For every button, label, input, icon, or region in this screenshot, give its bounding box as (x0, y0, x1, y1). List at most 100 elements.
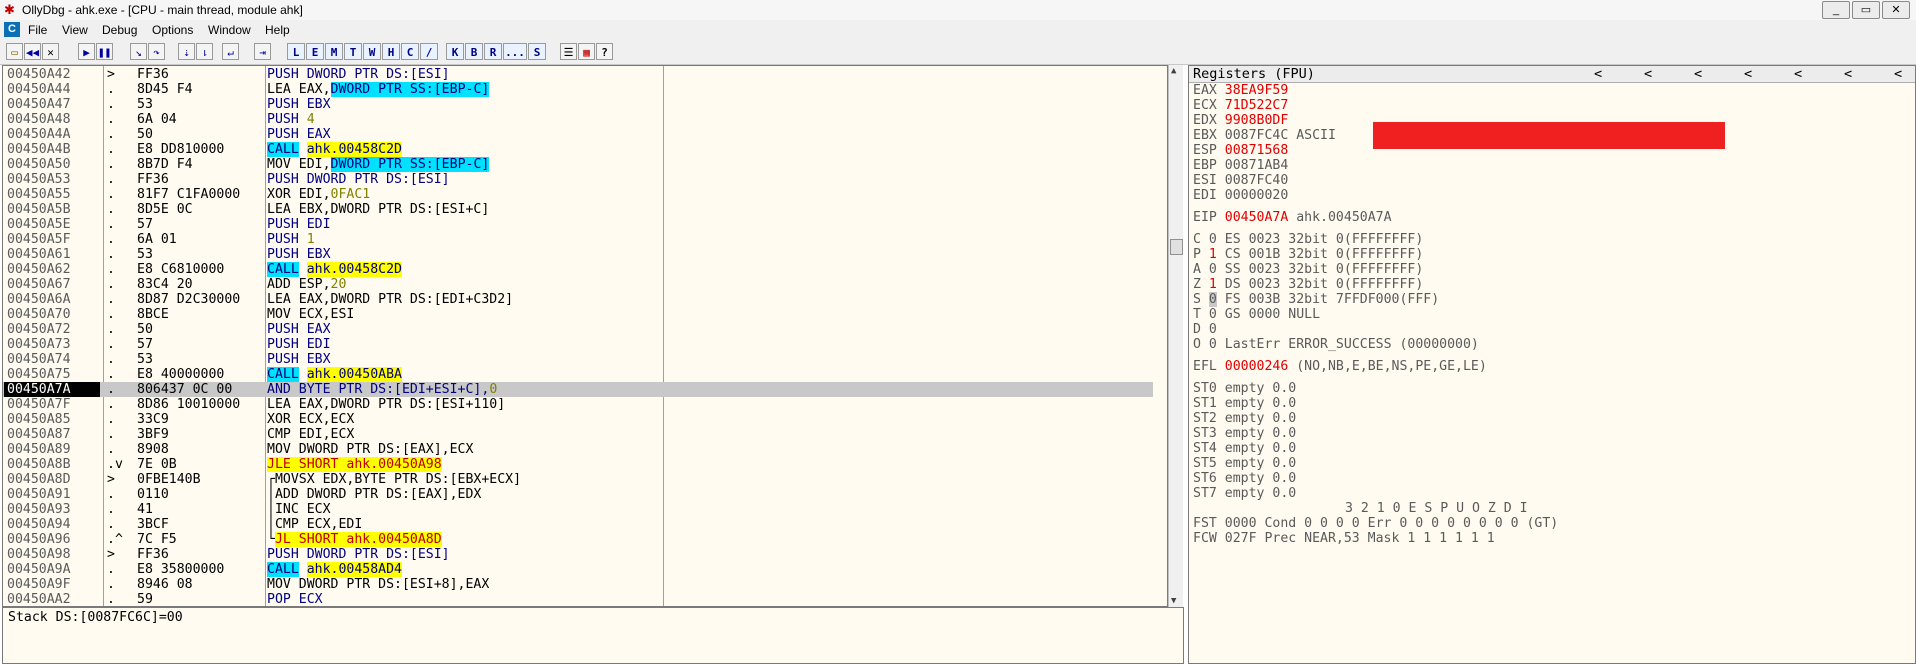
fpu-st1[interactable]: ST1 empty 0.0 (1193, 396, 1296, 411)
disasm-row[interactable]: 00450A6A. 8D87 D2C30000 LEA EAX,DWORD PTR … (3, 292, 1153, 307)
source-window-button[interactable]: S (528, 43, 546, 60)
trace-into-icon[interactable]: ⇣ (178, 43, 195, 60)
scroll-thumb[interactable] (1170, 239, 1183, 255)
disasm-row[interactable]: 00450A5E. 57 PUSH EDI (3, 217, 1153, 232)
pause-icon[interactable]: ❚❚ (96, 43, 113, 60)
disasm-row[interactable]: 00450A55. 81F7 C1FA0000 XOR EDI,0FAC1 (3, 187, 1153, 202)
register-ebp[interactable]: EBP 00871AB4 (1193, 158, 1288, 173)
flag-t[interactable]: T 0 GS 0000 NULL (1193, 307, 1320, 322)
cpu-window-icon[interactable]: C (4, 22, 20, 37)
register-esi[interactable]: ESI 0087FC40 (1193, 173, 1288, 188)
register-ebx[interactable]: EBX 0087FC4C ASCII (1193, 128, 1336, 143)
register-efl[interactable]: EFL 00000246 (NO,NB,E,BE,NS,PE,GE,LE) (1193, 359, 1487, 374)
fpu-st4[interactable]: ST4 empty 0.0 (1193, 441, 1296, 456)
header-arrow[interactable]: < (1594, 66, 1602, 82)
disasm-row[interactable]: 00450A5B. 8D5E 0C LEA EBX,DWORD PTR DS:[ES… (3, 202, 1153, 217)
disasm-row[interactable]: 00450A50. 8B7D F4 MOV EDI,DWORD PTR SS:[EB… (3, 157, 1153, 172)
header-arrow[interactable]: < (1644, 66, 1652, 82)
disasm-row[interactable]: 00450A48. 6A 04 PUSH 4 (3, 112, 1153, 127)
goto-icon[interactable]: ⇥ (254, 43, 271, 60)
step-over-icon[interactable]: ↷ (148, 43, 165, 60)
cpu-window-button[interactable]: C (401, 43, 419, 60)
run-trace-window-button[interactable]: ... (503, 43, 527, 60)
windows-window-button[interactable]: W (363, 43, 381, 60)
fpu-st0[interactable]: ST0 empty 0.0 (1193, 381, 1296, 396)
header-arrow[interactable]: < (1694, 66, 1702, 82)
disasm-row[interactable]: 00450AA2. 59 POP ECX (3, 592, 1153, 606)
modules-window-button[interactable]: E (306, 43, 324, 60)
fpu-st2[interactable]: ST2 empty 0.0 (1193, 411, 1296, 426)
callstack-window-button[interactable]: K (446, 43, 464, 60)
disasm-row[interactable]: 00450A75. E8 40000000 CALL ahk.00450ABA (3, 367, 1153, 382)
register-eip[interactable]: EIP 00450A7A ahk.00450A7A (1193, 210, 1392, 225)
threads-window-button[interactable]: T (344, 43, 362, 60)
help-icon[interactable]: ? (596, 43, 613, 60)
fpu-st3[interactable]: ST3 empty 0.0 (1193, 426, 1296, 441)
open-icon[interactable]: ▭ (6, 43, 23, 60)
header-arrow[interactable]: < (1794, 66, 1802, 82)
menu-file[interactable]: File (28, 23, 47, 37)
fpu-bit-header[interactable]: 3 2 1 0 E S P U O Z D I (1193, 501, 1528, 516)
disasm-row[interactable]: 00450A9A. E8 35800000 CALL ahk.00458AD4 (3, 562, 1153, 577)
grid-icon[interactable]: ▦ (578, 43, 595, 60)
patches-window-button[interactable]: / (420, 43, 438, 60)
disasm-row[interactable]: 00450A72. 50 PUSH EAX (3, 322, 1153, 337)
disasm-row[interactable]: 00450A7F. 8D86 10010000 LEA EAX,DWORD PTR … (3, 397, 1153, 412)
register-eax[interactable]: EAX 38EA9F59 (1193, 83, 1288, 98)
register-ecx[interactable]: ECX 71D522C7 (1193, 98, 1288, 113)
fpu-st5[interactable]: ST5 empty 0.0 (1193, 456, 1296, 471)
header-arrow[interactable]: < (1894, 66, 1902, 82)
flag-p[interactable]: P 1 CS 001B 32bit 0(FFFFFFFF) (1193, 247, 1423, 262)
disasm-row[interactable]: 00450A62. E8 C6810000 CALL ahk.00458C2D (3, 262, 1153, 277)
close-window-button[interactable]: ✕ (1882, 1, 1910, 19)
scroll-up-icon[interactable]: ▲ (1171, 66, 1176, 76)
run-icon[interactable]: ▶ (78, 43, 95, 60)
menu-window[interactable]: Window (208, 23, 251, 37)
disasm-row[interactable]: 00450A89. 8908 MOV DWORD PTR DS:[EAX],ECX (3, 442, 1153, 457)
register-edx[interactable]: EDX 9908B0DF (1193, 113, 1288, 128)
disasm-row[interactable]: 00450A85. 33C9 XOR ECX,ECX (3, 412, 1153, 427)
flag-z[interactable]: Z 1 DS 0023 32bit 0(FFFFFFFF) (1193, 277, 1423, 292)
disasm-row[interactable]: 00450A73. 57 PUSH EDI (3, 337, 1153, 352)
disasm-row[interactable]: 00450A8B .v 7E 0B JLE SHORT ahk.00450A98 (3, 457, 1153, 472)
flag-s[interactable]: S 0 FS 003B 32bit 7FFDF000(FFF) (1193, 292, 1439, 307)
fpu-control-word[interactable]: FCW 027F Prec NEAR,53 Mask 1 1 1 1 1 1 (1193, 531, 1495, 546)
disasm-row[interactable]: 00450A91. 0110 │ADD DWORD PTR DS:[EAX],EDX (3, 487, 1153, 502)
disasm-row[interactable]: 00450A94. 3BCF │CMP ECX,EDI (3, 517, 1153, 532)
header-arrow[interactable]: < (1844, 66, 1852, 82)
step-into-icon[interactable]: ↘ (130, 43, 147, 60)
register-esp[interactable]: ESP 00871568 (1193, 143, 1288, 158)
disassembly-pane[interactable]: 00450A42 > FF36 PUSH DWORD PTR DS:[ESI] 0045… (2, 65, 1168, 607)
disasm-row[interactable]: 00450A87. 3BF9 CMP EDI,ECX (3, 427, 1153, 442)
breakpoints-window-button[interactable]: B (465, 43, 483, 60)
disasm-row[interactable]: 00450A44. 8D45 F4 LEA EAX,DWORD PTR SS:[EB… (3, 82, 1153, 97)
disasm-row[interactable]: 00450A67. 83C4 20 ADD ESP,20 (3, 277, 1153, 292)
info-pane[interactable]: Stack DS:[0087FC6C]=00 (2, 607, 1184, 664)
disasm-row-current[interactable]: 00450A7A. 806437 0C 00 AND BYTE PTR DS:[ED… (3, 382, 1153, 397)
flag-a[interactable]: A 0 SS 0023 32bit 0(FFFFFFFF) (1193, 262, 1423, 277)
disassembly-scrollbar[interactable]: ▲ ▼ (1168, 65, 1183, 607)
disasm-row[interactable]: 00450A61. 53 PUSH EBX (3, 247, 1153, 262)
disasm-row[interactable]: 00450A9F. 8946 08 MOV DWORD PTR DS:[ESI+8]… (3, 577, 1153, 592)
disasm-row[interactable]: 00450A47. 53 PUSH EBX (3, 97, 1153, 112)
header-arrow[interactable]: < (1744, 66, 1752, 82)
disasm-row[interactable]: 00450A42 > FF36 PUSH DWORD PTR DS:[ESI] (3, 67, 1153, 82)
trace-over-icon[interactable]: ⇂ (196, 43, 213, 60)
menu-help[interactable]: Help (265, 23, 290, 37)
fpu-st7[interactable]: ST7 empty 0.0 (1193, 486, 1296, 501)
log-window-button[interactable]: L (287, 43, 305, 60)
restart-icon[interactable]: ◀◀ (24, 43, 41, 60)
disasm-row[interactable]: 00450A4A. 50 PUSH EAX (3, 127, 1153, 142)
handles-window-button[interactable]: H (382, 43, 400, 60)
scroll-down-icon[interactable]: ▼ (1171, 596, 1176, 606)
restore-button[interactable]: ▭ (1852, 1, 1880, 19)
fpu-status-word[interactable]: FST 0000 Cond 0 0 0 0 Err 0 0 0 0 0 0 0 … (1193, 516, 1558, 531)
registers-pane[interactable]: Registers (FPU) < < < < < < < EAX 38EA9F… (1188, 65, 1916, 664)
execute-till-return-icon[interactable]: ↵ (222, 43, 239, 60)
flag-o[interactable]: O 0 LastErr ERROR_SUCCESS (00000000) (1193, 337, 1479, 352)
minimize-button[interactable]: _ (1822, 1, 1850, 19)
register-edi[interactable]: EDI 00000020 (1193, 188, 1288, 203)
disasm-row[interactable]: 00450A53. FF36 PUSH DWORD PTR DS:[ESI] (3, 172, 1153, 187)
flag-d[interactable]: D 0 (1193, 322, 1217, 337)
registers-header[interactable]: Registers (FPU) < < < < < < < (1189, 66, 1915, 83)
